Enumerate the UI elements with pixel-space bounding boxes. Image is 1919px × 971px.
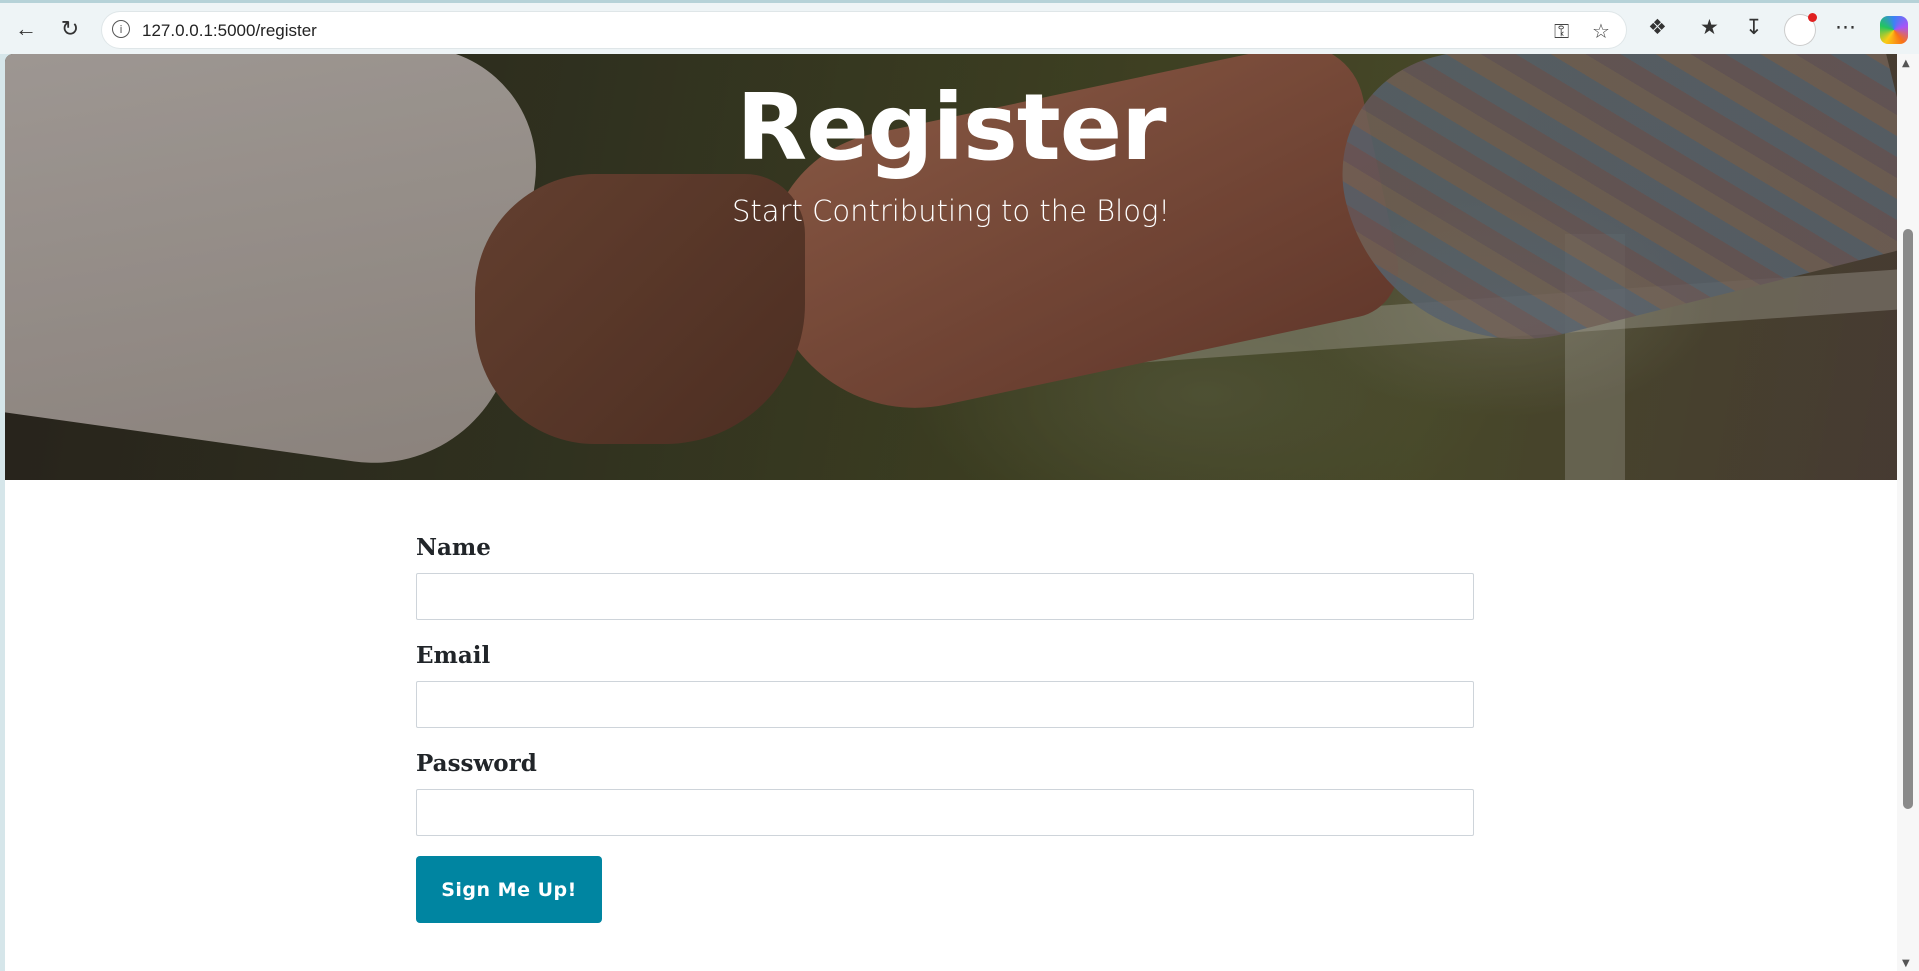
page-scrollbar[interactable]: ▲ ▼ — [1897, 54, 1919, 971]
copilot-icon[interactable] — [1880, 16, 1908, 44]
name-field[interactable] — [416, 573, 1474, 620]
register-form: Name Email Password Sign Me Up! — [416, 534, 1474, 923]
info-icon[interactable]: i — [112, 20, 130, 38]
browser-toolbar: ← ↻ i 127.0.0.1:5000/register ⚿ ☆ ❖ ★ ↧ … — [0, 0, 1919, 54]
scroll-up-icon[interactable]: ▲ — [1902, 58, 1910, 69]
ellipsis-icon[interactable]: ⋯ — [1835, 15, 1856, 39]
puzzle-icon[interactable]: ❖ — [1648, 15, 1667, 39]
name-label: Name — [416, 534, 491, 561]
key-icon[interactable]: ⚿ — [1554, 19, 1569, 43]
refresh-icon[interactable]: ↻ — [56, 15, 84, 43]
url-text[interactable]: 127.0.0.1:5000/register — [142, 21, 317, 41]
sign-up-button[interactable]: Sign Me Up! — [416, 856, 602, 923]
scrollbar-thumb[interactable] — [1903, 229, 1913, 809]
password-field[interactable] — [416, 789, 1474, 836]
password-label: Password — [416, 750, 537, 777]
page-title: Register — [736, 74, 1166, 181]
address-bar[interactable]: i 127.0.0.1:5000/register ⚿ ☆ — [102, 12, 1626, 48]
download-icon[interactable]: ↧ — [1745, 15, 1763, 39]
favorites-list-icon[interactable]: ★ — [1700, 15, 1719, 39]
email-field[interactable] — [416, 681, 1474, 728]
email-label: Email — [416, 642, 491, 669]
page-viewport: Register Start Contributing to the Blog!… — [5, 54, 1897, 971]
profile-avatar[interactable] — [1785, 13, 1817, 45]
masthead: Register Start Contributing to the Blog! — [5, 54, 1897, 480]
notification-dot — [1808, 13, 1817, 22]
page-subtitle: Start Contributing to the Blog! — [732, 194, 1170, 228]
star-icon[interactable]: ☆ — [1592, 19, 1610, 43]
back-arrow-icon[interactable]: ← — [12, 15, 40, 43]
scroll-down-icon[interactable]: ▼ — [1902, 958, 1910, 969]
